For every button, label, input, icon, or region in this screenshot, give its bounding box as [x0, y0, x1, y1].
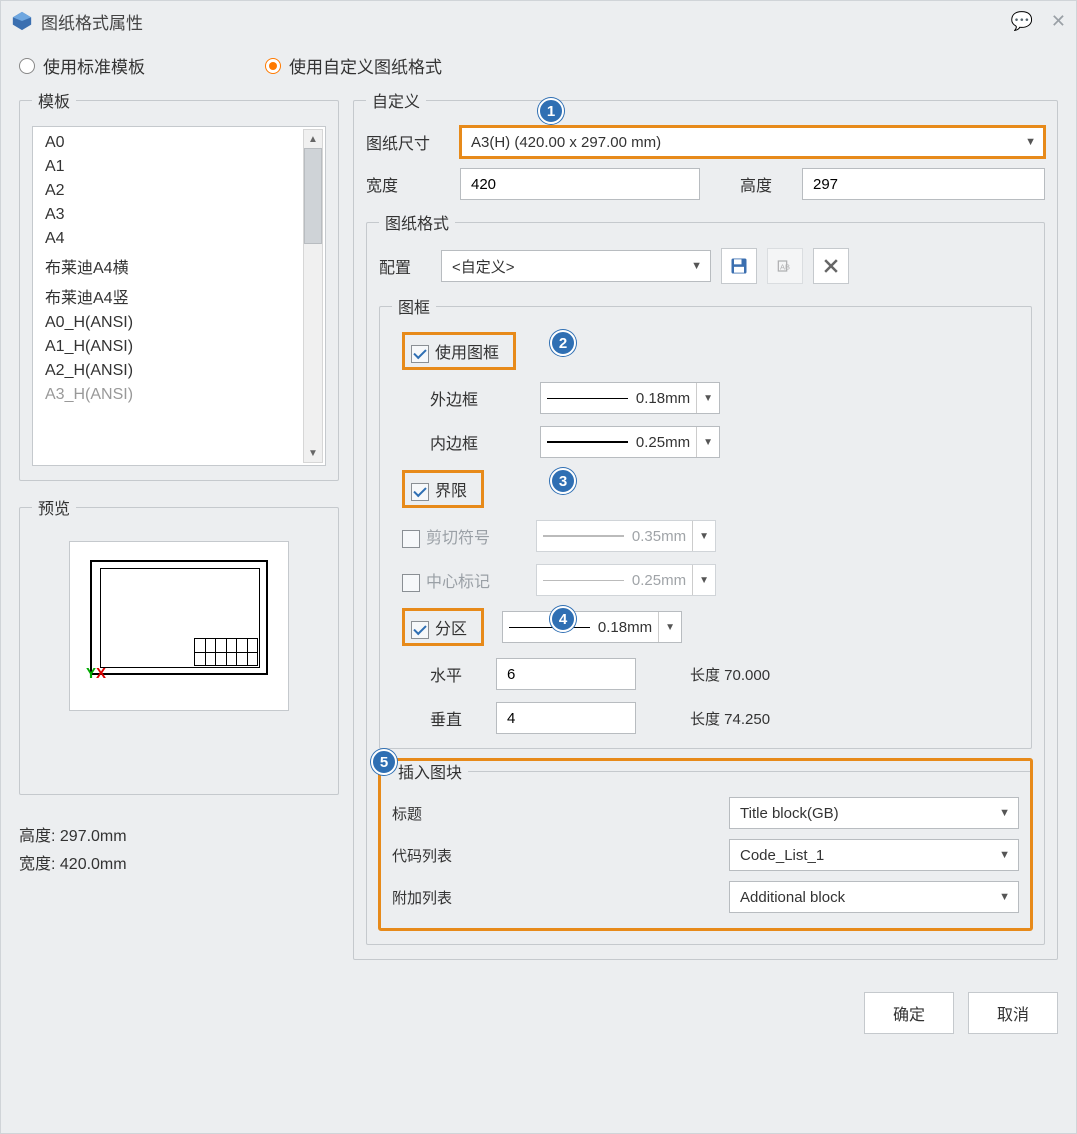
ok-button[interactable]: 确定 [864, 992, 954, 1034]
zone-checkbox[interactable] [411, 621, 429, 639]
limit-highlight: 界限 [402, 470, 484, 508]
chevron-down-icon: ▼ [696, 383, 713, 413]
app-icon [11, 10, 33, 32]
code-list-combo[interactable]: Code_List_1▼ [729, 839, 1019, 871]
chevron-down-icon: ▼ [691, 260, 702, 272]
chevron-down-icon: ▼ [1025, 136, 1036, 148]
vertical-label: 垂直 [402, 706, 482, 730]
config-label: 配置 [379, 254, 431, 278]
scroll-thumb[interactable] [304, 148, 322, 244]
frame-group: 图框 使用图框 2 外边框 [379, 294, 1032, 749]
title-block-combo[interactable]: Title block(GB)▼ [729, 797, 1019, 829]
chevron-down-icon: ▼ [999, 849, 1010, 861]
templates-listbox[interactable]: A0 A1 A2 A3 A4 布莱迪A4横 布莱迪A4竖 A0_H(ANSI) … [32, 126, 326, 466]
custom-legend: 自定义 [366, 88, 426, 112]
templates-group: 模板 A0 A1 A2 A3 A4 布莱迪A4横 布莱迪A4竖 A0_H(ANS… [19, 88, 339, 481]
frame-legend: 图框 [392, 294, 436, 318]
horizontal-label: 水平 [402, 662, 482, 686]
chevron-down-icon: ▼ [692, 521, 709, 551]
callout-1: 1 [538, 98, 564, 124]
cancel-button[interactable]: 取消 [968, 992, 1058, 1034]
list-item[interactable]: A4 [33, 227, 325, 251]
svg-text:AB: AB [780, 262, 790, 271]
zone-linewidth-combo[interactable]: 0.18mm▼ [502, 611, 682, 643]
chevron-down-icon: ▼ [999, 807, 1010, 819]
scrollbar[interactable]: ▲ ▼ [303, 129, 323, 463]
horizontal-length-label: 长度 70.000 [690, 664, 770, 685]
use-frame-checkbox[interactable] [411, 345, 429, 363]
zone-highlight: 分区 [402, 608, 484, 646]
callout-4: 4 [550, 606, 576, 632]
list-item[interactable]: A1_H(ANSI) [33, 335, 325, 359]
center-mark-combo: 0.25mm▼ [536, 564, 716, 596]
preview-width-label: 宽度: 420.0mm [19, 851, 339, 879]
use-frame-highlight: 使用图框 [402, 332, 516, 370]
chevron-down-icon: ▼ [696, 427, 713, 457]
sheet-format-legend: 图纸格式 [379, 210, 455, 234]
vertical-length-label: 长度 74.250 [690, 708, 770, 729]
additional-list-combo[interactable]: Additional block▼ [729, 881, 1019, 913]
center-mark-checkbox[interactable] [402, 574, 420, 592]
code-list-label: 代码列表 [392, 845, 512, 866]
title-bar: 图纸格式属性 💬 ✕ [1, 1, 1076, 41]
dialog: 图纸格式属性 💬 ✕ 使用标准模板 使用自定义图纸格式 模板 A0 [0, 0, 1077, 1134]
height-label: 高度 [740, 172, 792, 196]
delete-button[interactable] [813, 248, 849, 284]
list-item[interactable]: A3_H(ANSI) [33, 383, 325, 407]
horizontal-input[interactable] [496, 658, 636, 690]
list-item[interactable]: A0 [33, 131, 325, 155]
sheet-format-group: 图纸格式 配置 <自定义> ▼ AB [366, 210, 1045, 945]
radio-custom-format[interactable]: 使用自定义图纸格式 [265, 53, 442, 78]
radio-standard-template[interactable]: 使用标准模板 [19, 53, 145, 78]
width-input[interactable] [460, 168, 700, 200]
close-icon[interactable]: ✕ [1051, 11, 1066, 32]
list-item[interactable]: A1 [33, 155, 325, 179]
preview-height-label: 高度: 297.0mm [19, 823, 339, 851]
chevron-down-icon: ▼ [999, 891, 1010, 903]
trim-checkbox[interactable] [402, 530, 420, 548]
sheet-size-combo[interactable]: A3(H) (420.00 x 297.00 mm) ▼ [460, 126, 1045, 158]
callout-2: 2 [550, 330, 576, 356]
list-item[interactable]: 布莱迪A4横 [33, 251, 325, 281]
inner-border-combo[interactable]: 0.25mm▼ [540, 426, 720, 458]
width-label: 宽度 [366, 172, 450, 196]
preview-group: 预览 YX [19, 495, 339, 795]
chevron-down-icon: ▼ [692, 565, 709, 595]
templates-legend: 模板 [32, 88, 76, 112]
callout-5: 5 [371, 749, 397, 775]
chevron-down-icon: ▼ [658, 612, 675, 642]
list-item[interactable]: 布莱迪A4竖 [33, 281, 325, 311]
list-item[interactable]: A0_H(ANSI) [33, 311, 325, 335]
preview-legend: 预览 [32, 495, 76, 519]
custom-group: 自定义 1 图纸尺寸 A3(H) (420.00 x 297.00 mm) ▼ … [353, 88, 1058, 960]
preview-canvas: YX [69, 541, 289, 711]
trim-combo: 0.35mm▼ [536, 520, 716, 552]
outer-border-combo[interactable]: 0.18mm▼ [540, 382, 720, 414]
insert-block-legend: 插入图块 [392, 759, 468, 783]
rename-button[interactable]: AB [767, 248, 803, 284]
vertical-input[interactable] [496, 702, 636, 734]
dialog-title: 图纸格式属性 [41, 9, 1010, 34]
chat-icon[interactable]: 💬 [1010, 11, 1032, 32]
sheet-size-label: 图纸尺寸 [366, 130, 450, 154]
title-block-label: 标题 [392, 803, 512, 824]
scroll-down-icon[interactable]: ▼ [304, 444, 322, 462]
list-item[interactable]: A2_H(ANSI) [33, 359, 325, 383]
inner-border-label: 内边框 [402, 430, 482, 454]
limit-checkbox[interactable] [411, 483, 429, 501]
height-input[interactable] [802, 168, 1045, 200]
preview-dimensions: 高度: 297.0mm 宽度: 420.0mm [19, 823, 339, 879]
insert-block-group: 插入图块 标题 Title block(GB)▼ 代码列表 [379, 759, 1032, 930]
scroll-up-icon[interactable]: ▲ [304, 130, 322, 148]
additional-list-label: 附加列表 [392, 887, 512, 908]
outer-border-label: 外边框 [402, 386, 482, 410]
list-item[interactable]: A2 [33, 179, 325, 203]
config-combo[interactable]: <自定义> ▼ [441, 250, 711, 282]
callout-3: 3 [550, 468, 576, 494]
save-button[interactable] [721, 248, 757, 284]
list-item[interactable]: A3 [33, 203, 325, 227]
